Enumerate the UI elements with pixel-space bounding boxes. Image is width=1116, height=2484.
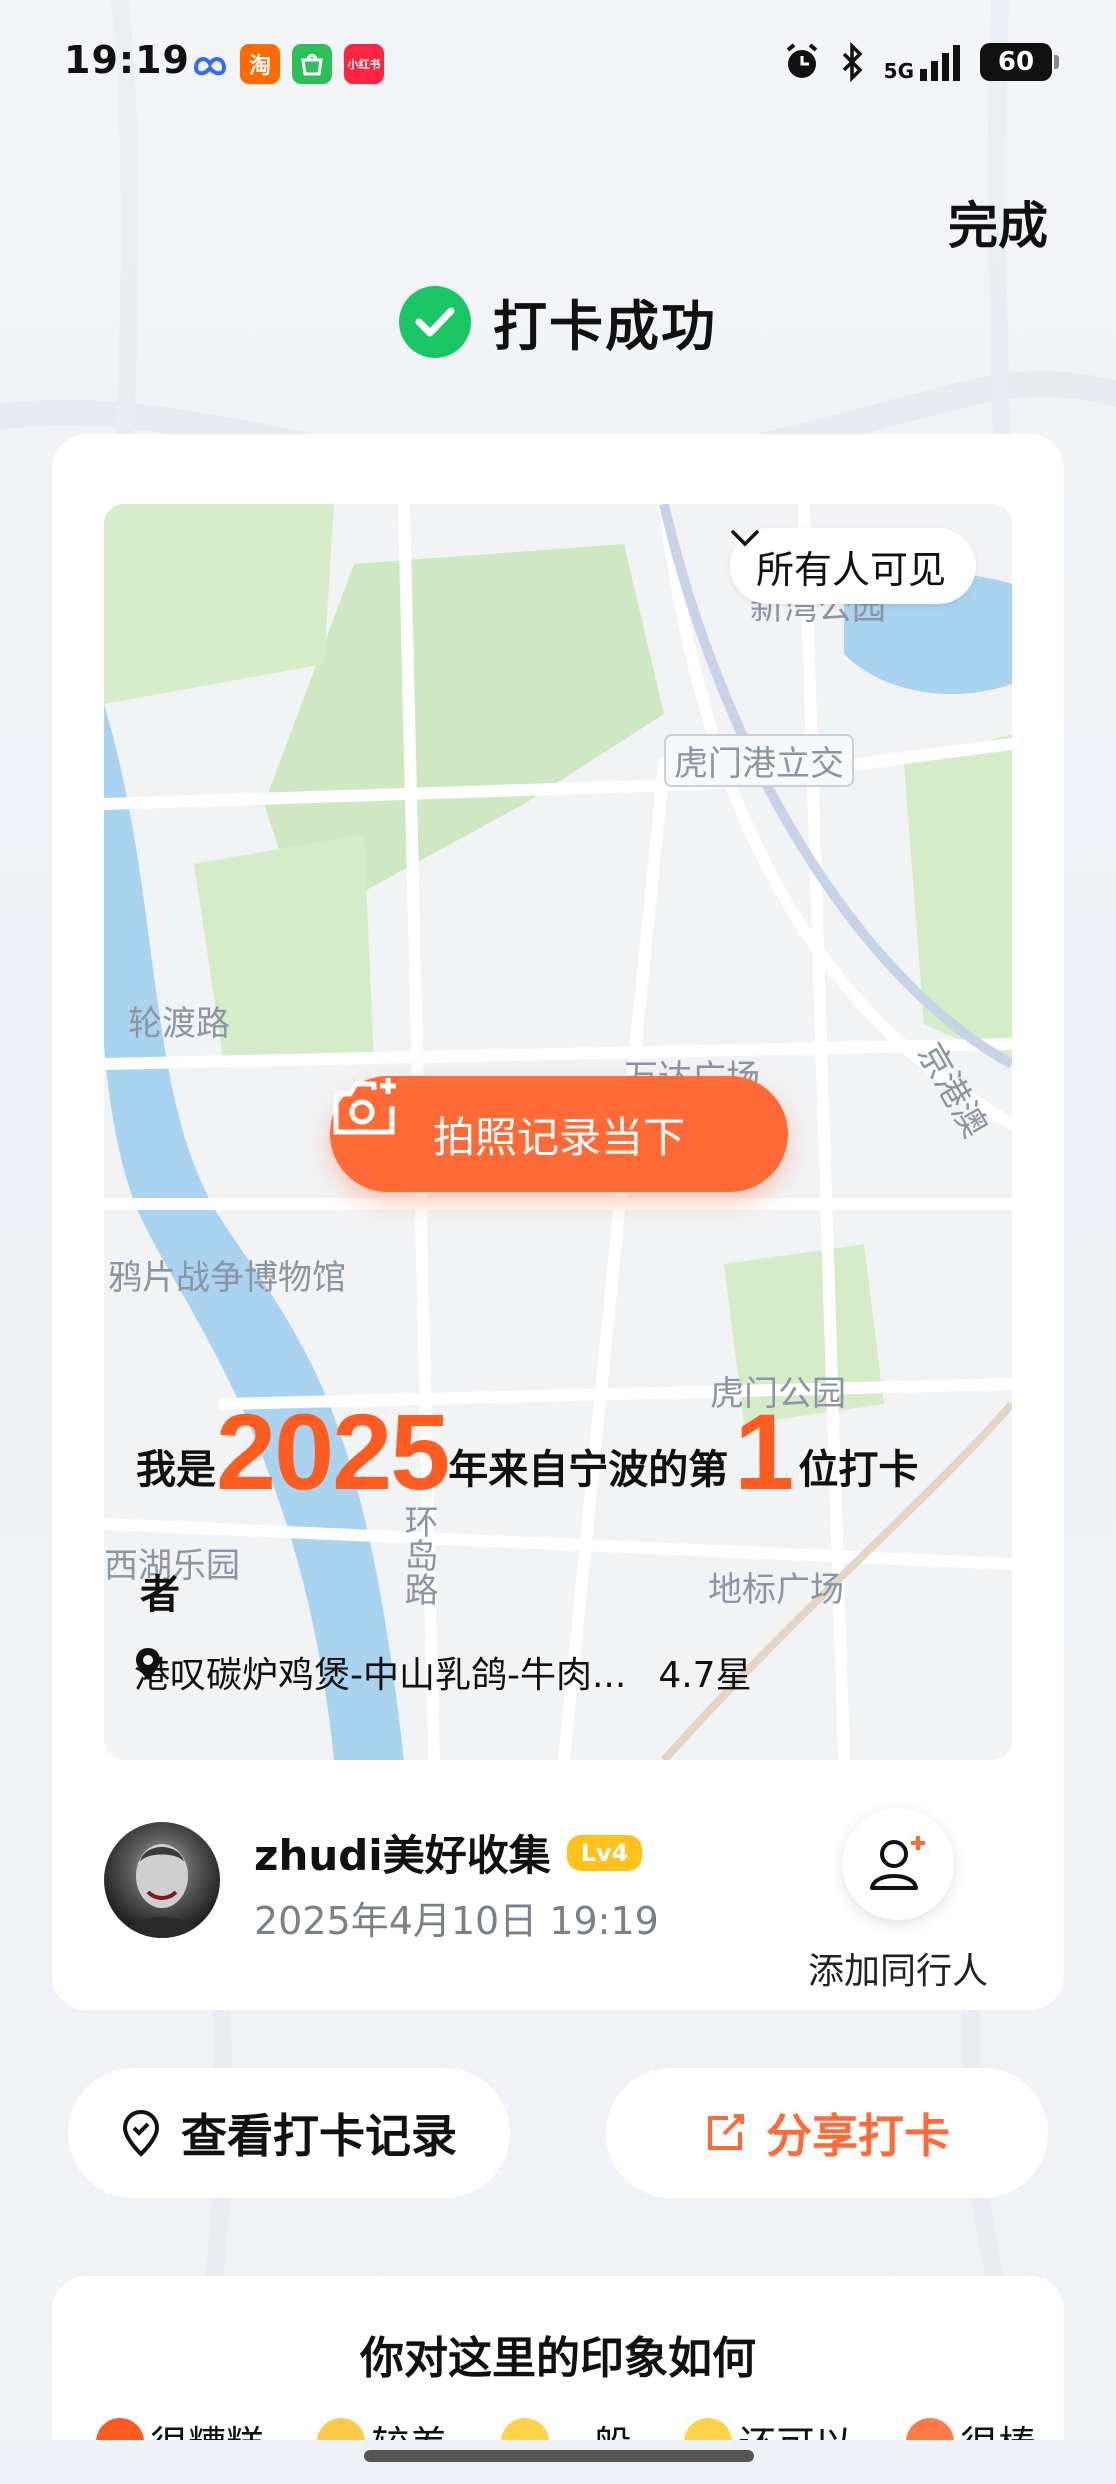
avatar-image bbox=[122, 1844, 202, 1938]
map-view[interactable]: 虎门港立交 轮渡路 万达广场 京港澳 鸦片战争博物馆 虎门公园 西湖乐园 环岛路… bbox=[104, 504, 1012, 1760]
username: zhudi美好收集 bbox=[254, 1831, 551, 1880]
xiaohongshu-app-icon: 小红书 bbox=[344, 44, 384, 84]
location-pin-icon bbox=[136, 1648, 160, 1680]
visibility-dropdown[interactable]: 所有人可见 bbox=[729, 528, 976, 604]
poi-info[interactable]: 港叹碳炉鸡煲-中山乳鸽-牛肉... 4.7星 bbox=[134, 1646, 752, 1698]
visibility-label: 所有人可见 bbox=[755, 547, 946, 592]
chevron-down-icon bbox=[731, 530, 759, 547]
impression-title: 你对这里的印象如何 bbox=[360, 2333, 756, 2384]
signal-icon bbox=[920, 45, 960, 81]
map-label-poi: 虎门港立交 bbox=[664, 734, 854, 787]
checkin-tail: 者 bbox=[140, 1572, 180, 1618]
share-icon bbox=[708, 2114, 744, 2150]
view-records-label: 查看打卡记录 bbox=[181, 2109, 457, 2163]
location-outline-icon bbox=[122, 2109, 160, 2157]
checkin-suffix: 位打卡 bbox=[798, 1447, 919, 1493]
map-label-street: 轮渡路 bbox=[128, 1004, 230, 1044]
cloud-app-icon bbox=[190, 44, 230, 84]
add-companion-circle bbox=[842, 1808, 954, 1920]
add-user-icon bbox=[870, 1836, 925, 1890]
check-circle-icon bbox=[399, 285, 471, 358]
alarm-icon bbox=[786, 43, 817, 78]
checkin-middle: 年来自宁波的第 bbox=[448, 1447, 729, 1493]
bottom-mask bbox=[0, 2440, 1116, 2484]
checkin-rank: 1 bbox=[734, 1391, 794, 1512]
map-label-road: 环岛路 bbox=[398, 1504, 438, 1606]
checkin-prefix: 我是 bbox=[136, 1447, 216, 1493]
poi-name: 港叹碳炉鸡煲-中山乳鸽-牛肉... bbox=[134, 1655, 627, 1696]
share-button[interactable]: 分享打卡 bbox=[606, 2068, 1048, 2198]
battery-indicator: 60 bbox=[980, 43, 1059, 81]
success-header: 打卡成功 bbox=[0, 282, 1116, 361]
network-type: 5G bbox=[883, 59, 914, 83]
status-bar: 19:19 淘 小红书 5G 60 bbox=[0, 0, 1116, 120]
add-companion-button[interactable]: 添加同行人 bbox=[800, 1808, 996, 1994]
view-records-button[interactable]: 查看打卡记录 bbox=[68, 2068, 510, 2198]
done-button[interactable]: 完成 bbox=[948, 186, 1048, 258]
checkin-year: 2025 bbox=[216, 1391, 450, 1512]
map-label-museum: 鸦片战争博物馆 bbox=[108, 1258, 346, 1298]
take-photo-label: 拍照记录当下 bbox=[432, 1112, 685, 1162]
status-time: 19:19 bbox=[64, 38, 190, 82]
add-companion-label: 添加同行人 bbox=[807, 1951, 988, 1992]
take-photo-button[interactable]: 拍照记录当下 bbox=[330, 1076, 788, 1192]
level-badge: Lv4 bbox=[566, 1834, 643, 1871]
checkin-datetime: 2025年4月10日 19:19 bbox=[254, 1899, 659, 1943]
taobao-app-icon: 淘 bbox=[240, 44, 280, 84]
success-title: 打卡成功 bbox=[493, 295, 717, 358]
shopping-app-icon bbox=[292, 44, 332, 84]
poi-rating: 4.7星 bbox=[658, 1655, 752, 1696]
bluetooth-icon bbox=[842, 42, 863, 82]
camera-plus-icon bbox=[333, 1078, 396, 1135]
share-label: 分享打卡 bbox=[766, 2109, 950, 2163]
avatar[interactable] bbox=[104, 1822, 220, 1938]
checkin-rank-text: 我是2025年来自宁波的第1 位打卡 bbox=[136, 1398, 996, 1518]
user-info: zhudi美好收集 Lv4 bbox=[254, 1822, 643, 1883]
map-label-plaza: 地标广场 bbox=[708, 1570, 844, 1610]
home-indicator[interactable] bbox=[364, 2450, 754, 2462]
